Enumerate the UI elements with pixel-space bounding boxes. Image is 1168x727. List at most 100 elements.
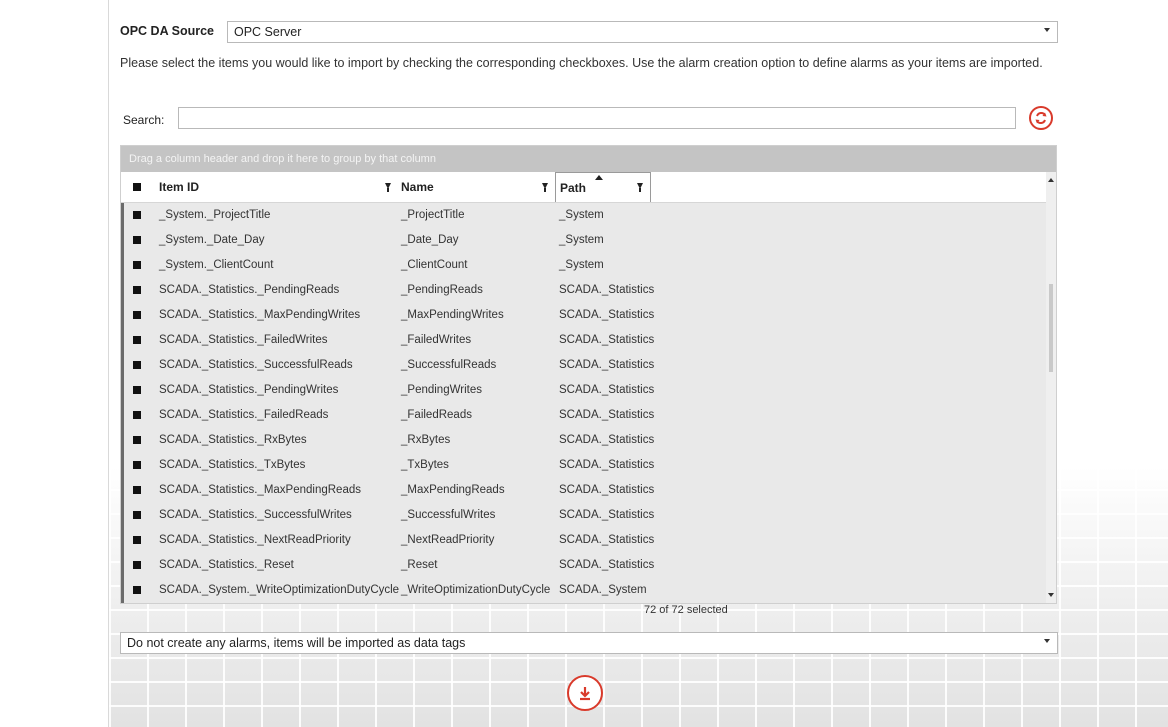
table-row[interactable]: SCADA._System._WriteOptimizationDutyCycl… [121,578,1047,603]
cell-name: _RxBytes [401,434,451,446]
group-by-panel[interactable]: Drag a column header and drop it here to… [121,146,1056,172]
cell-item-id: SCADA._Statistics._SuccessfulReads [159,359,353,371]
import-button[interactable] [567,675,603,711]
chevron-down-icon [1044,28,1050,32]
cell-path: SCADA._Statistics [559,559,655,571]
cell-name: _MaxPendingWrites [401,309,504,321]
cell-name: _SuccessfulWrites [401,509,496,521]
cell-name: _PendingReads [401,284,483,296]
table-row[interactable]: SCADA._Statistics._MaxPendingReads _MaxPe… [121,478,1047,503]
table-row[interactable]: SCADA._Statistics._TxBytes _TxBytes SCADA.… [121,453,1047,478]
cell-path: _System [559,234,604,246]
cell-path: SCADA._Statistics [559,484,655,496]
cell-name: _TxBytes [401,459,449,471]
items-grid: Drag a column header and drop it here to… [120,145,1057,604]
row-checkbox[interactable] [133,386,141,394]
refresh-icon [1035,112,1047,124]
cell-path: SCADA._System [559,584,647,596]
table-row[interactable]: SCADA._Statistics._Reset _Reset SCADA._Sta… [121,553,1047,578]
download-icon [580,687,590,701]
row-checkbox[interactable] [133,436,141,444]
row-indicator [121,428,124,453]
select-all-checkbox[interactable] [133,183,141,191]
row-checkbox[interactable] [133,211,141,219]
table-row[interactable]: SCADA._Statistics._FailedReads _FailedRea… [121,403,1047,428]
row-indicator [121,403,124,428]
column-label-item-id: Item ID [159,180,200,194]
cell-path: SCADA._Statistics [559,459,655,471]
row-checkbox[interactable] [133,561,141,569]
cell-item-id: SCADA._Statistics._TxBytes [159,459,306,471]
cell-name: _SuccessfulReads [401,359,497,371]
row-checkbox[interactable] [133,261,141,269]
table-row[interactable]: _System._ClientCount _ClientCount _System [121,253,1047,278]
table-row[interactable]: SCADA._Statistics._MaxPendingWrites _MaxP… [121,303,1047,328]
cell-item-id: SCADA._Statistics._PendingReads [159,284,340,296]
vertical-scrollbar[interactable] [1046,172,1056,603]
table-row[interactable]: _System._ProjectTitle _ProjectTitle _Syste… [121,203,1047,228]
cell-item-id: SCADA._Statistics._MaxPendingWrites [159,309,361,321]
column-header-name[interactable]: Name [401,172,551,202]
row-checkbox[interactable] [133,286,141,294]
source-select[interactable]: OPC Server [227,21,1058,43]
cell-path: SCADA._Statistics [559,284,655,296]
row-checkbox[interactable] [133,511,141,519]
row-indicator [121,203,124,228]
row-checkbox[interactable] [133,461,141,469]
chevron-down-icon [1044,639,1050,643]
cell-name: _Reset [401,559,438,571]
cell-name: _FailedWrites [401,334,472,346]
cell-name: _NextReadPriority [401,534,495,546]
filter-icon-name[interactable] [542,183,548,192]
table-row[interactable]: SCADA._Statistics._SuccessfulReads _Succe… [121,353,1047,378]
source-label: OPC DA Source [120,24,215,38]
cell-path: SCADA._Statistics [559,434,655,446]
filter-icon-path[interactable] [637,183,643,192]
row-indicator [121,253,124,278]
column-header-item-id[interactable]: Item ID [159,172,399,202]
row-indicator [121,278,124,303]
row-checkbox[interactable] [133,586,141,594]
row-checkbox[interactable] [133,311,141,319]
cell-item-id: SCADA._Statistics._FailedWrites [159,334,328,346]
cell-item-id: SCADA._Statistics._MaxPendingReads [159,484,361,496]
table-row[interactable]: SCADA._Statistics._PendingWrites _Pending… [121,378,1047,403]
search-input[interactable] [178,107,1016,129]
cell-name: _WriteOptimizationDutyCycle [401,584,551,596]
refresh-button[interactable] [1029,106,1053,130]
table-row[interactable]: _System._Date_Day _Date_Day _System [121,228,1047,253]
row-indicator [121,353,124,378]
row-checkbox[interactable] [133,536,141,544]
cell-item-id: SCADA._Statistics._SuccessfulWrites [159,509,352,521]
row-indicator [121,228,124,253]
row-checkbox[interactable] [133,236,141,244]
table-row[interactable]: SCADA._Statistics._NextReadPriority _Next… [121,528,1047,553]
alarm-option-select[interactable]: Do not create any alarms, items will be … [120,632,1058,654]
row-checkbox[interactable] [133,486,141,494]
grid-rows: _System._ProjectTitle _ProjectTitle _Syste… [121,203,1047,603]
cell-path: _System [559,209,604,221]
cell-path: SCADA._Statistics [559,409,655,421]
column-label-name: Name [401,180,434,194]
row-indicator [121,303,124,328]
row-indicator [121,528,124,553]
scroll-thumb[interactable] [1049,284,1053,372]
row-checkbox[interactable] [133,411,141,419]
table-row[interactable]: SCADA._Statistics._RxBytes _RxBytes SCADA.… [121,428,1047,453]
table-row[interactable]: SCADA._Statistics._FailedWrites _FailedWr… [121,328,1047,353]
cell-item-id: SCADA._Statistics._FailedReads [159,409,329,421]
row-checkbox[interactable] [133,361,141,369]
table-row[interactable]: SCADA._Statistics._SuccessfulWrites _Succ… [121,503,1047,528]
row-indicator [121,578,124,603]
cell-name: _ClientCount [401,259,468,271]
scroll-down-icon[interactable] [1048,593,1054,597]
search-label: Search: [123,113,165,127]
cell-item-id: SCADA._Statistics._NextReadPriority [159,534,351,546]
table-row[interactable]: SCADA._Statistics._PendingReads _PendingR… [121,278,1047,303]
cell-item-id: SCADA._Statistics._Reset [159,559,294,571]
cell-path: SCADA._Statistics [559,384,655,396]
cell-item-id: SCADA._System._WriteOptimizationDutyCycl… [159,584,400,596]
filter-icon-item-id[interactable] [385,183,391,192]
row-checkbox[interactable] [133,336,141,344]
scroll-up-icon[interactable] [1048,178,1054,182]
